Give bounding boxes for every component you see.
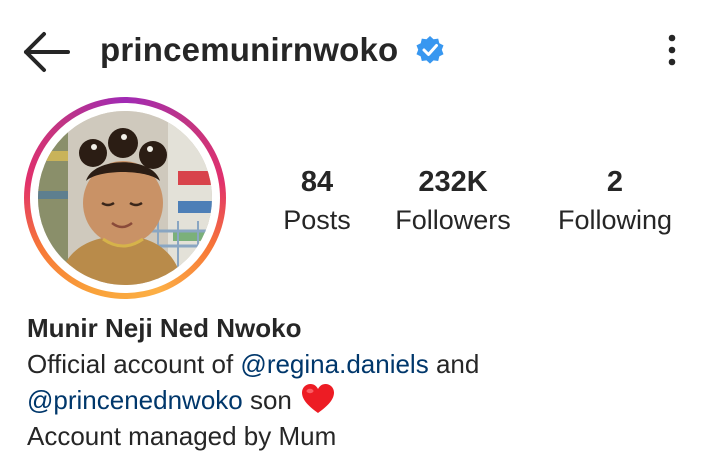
followers-count: 232K bbox=[418, 166, 488, 198]
bio-line-1: Official account of @regina.daniels and bbox=[27, 346, 707, 382]
profile-display-name: Munir Neji Ned Nwoko bbox=[27, 313, 302, 343]
followers-label: Followers bbox=[395, 205, 511, 235]
more-options-button[interactable] bbox=[660, 32, 684, 72]
verified-badge-icon bbox=[414, 35, 446, 67]
mention-link[interactable]: @regina.daniels bbox=[240, 349, 428, 379]
bio-text: and bbox=[428, 349, 480, 379]
bio-line-3: Account managed by Mum bbox=[27, 421, 337, 451]
back-button[interactable] bbox=[22, 30, 72, 74]
profile-username: princemunirnwoko bbox=[100, 31, 399, 68]
bio-line-2: @princenednwoko son bbox=[27, 382, 707, 418]
posts-label: Posts bbox=[283, 205, 351, 235]
bio-text: son bbox=[242, 385, 292, 415]
posts-count: 84 bbox=[300, 166, 334, 198]
avatar-photo bbox=[38, 111, 212, 285]
following-stat[interactable]: 2 Following bbox=[545, 164, 685, 238]
profile-bio: Munir Neji Ned Nwoko Official account of… bbox=[27, 310, 707, 454]
more-vertical-icon bbox=[668, 34, 676, 66]
profile-avatar[interactable] bbox=[38, 111, 212, 285]
posts-stat[interactable]: 84 Posts bbox=[272, 164, 362, 238]
heart-icon bbox=[301, 383, 335, 415]
arrow-left-icon bbox=[24, 32, 70, 72]
following-count: 2 bbox=[606, 166, 624, 198]
following-label: Following bbox=[557, 205, 673, 235]
story-ring[interactable] bbox=[24, 97, 226, 299]
profile-header: princemunirnwoko bbox=[0, 0, 720, 100]
bio-text: Official account of bbox=[27, 349, 241, 379]
followers-stat[interactable]: 232K Followers bbox=[383, 164, 523, 238]
mention-link[interactable]: @princenednwoko bbox=[27, 385, 243, 415]
